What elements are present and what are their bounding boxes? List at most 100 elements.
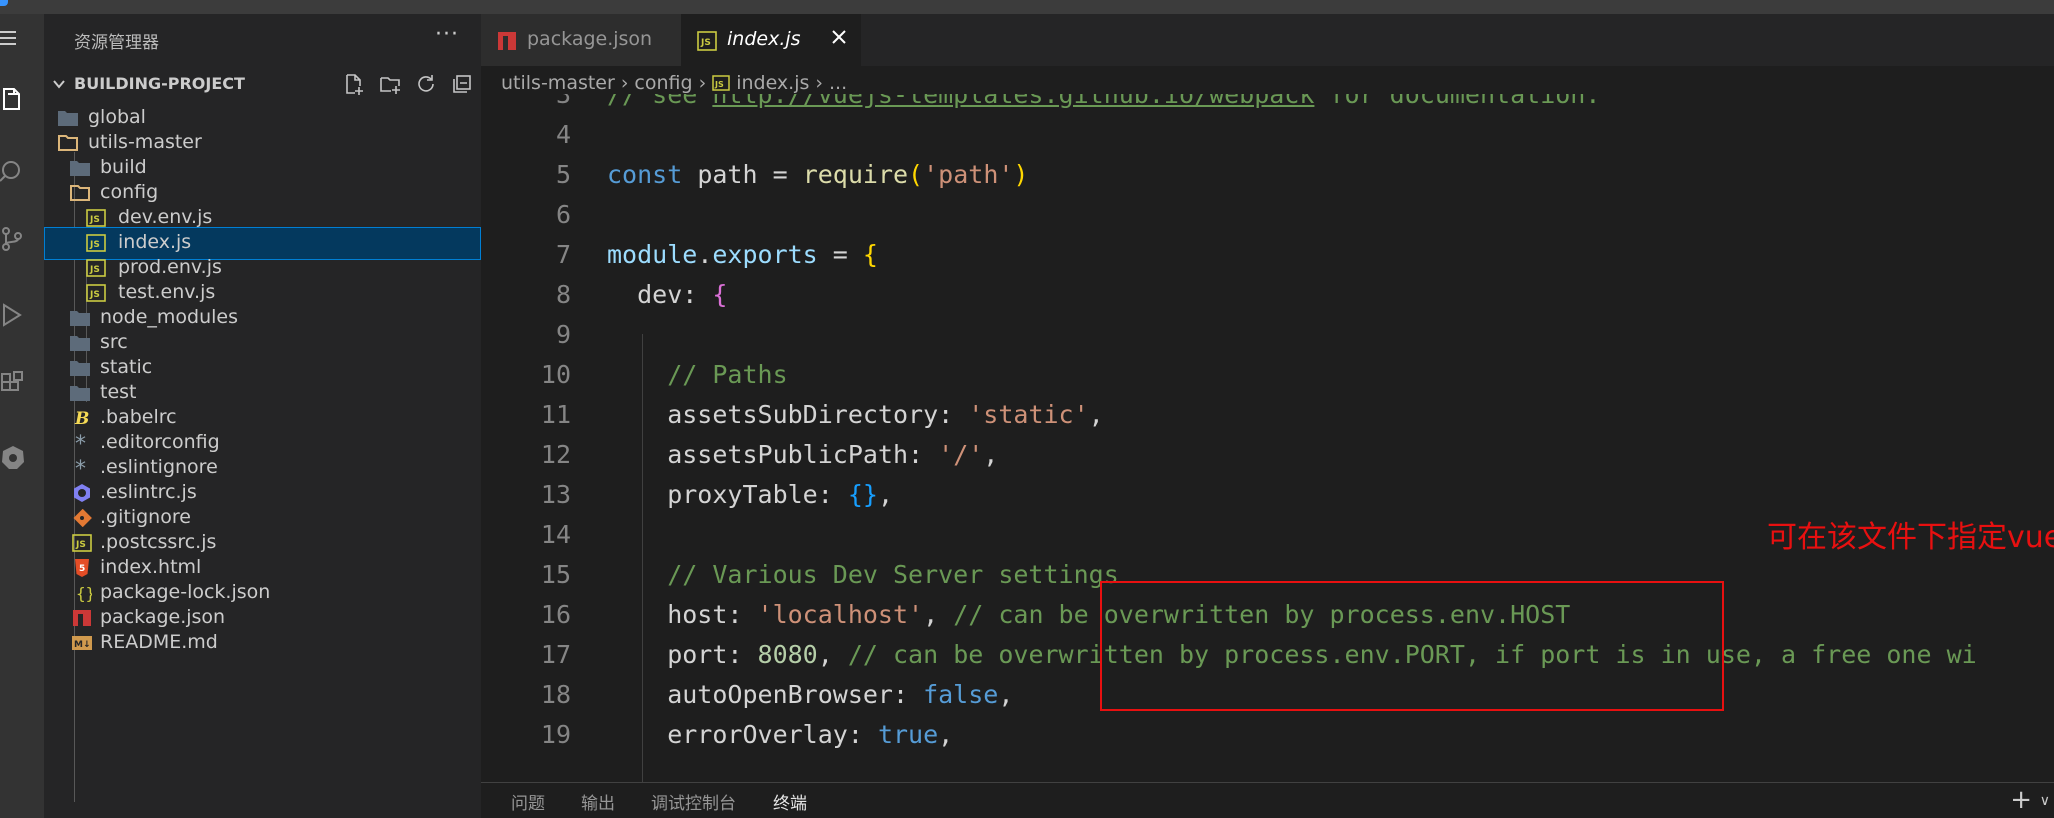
js-file-icon: JS [86,209,106,227]
code-text: assetsPublicPath: '/', [607,440,999,469]
js-file-icon: JS [86,234,106,252]
panel-bar: 问题 输出 调试控制台 终端 + ∨ [481,782,2054,818]
code-line: 5 const path = require('path') [481,156,2054,196]
tab-label: index.js [727,28,801,50]
chevron-right-icon: › [620,72,629,94]
breadcrumb-item[interactable]: utils-master [501,72,615,94]
tab-index-js[interactable]: JS index.js [681,14,861,66]
code-text: autoOpenBrowser: false, [607,680,1014,709]
code-text: assetsSubDirectory: 'static', [607,400,1104,429]
explorer-sidebar: 资源管理器 ··· BUILDING-PROJECT global utils-… [44,14,481,818]
code-line: 19 errorOverlay: true, [481,716,2054,756]
add-terminal-button[interactable]: + [2010,785,2032,815]
tree-item-label: .gitignore [100,506,191,528]
line-number: 9 [555,320,571,349]
chevron-down-icon[interactable] [52,76,66,90]
new-file-icon[interactable] [343,73,365,95]
chevron-right-icon: › [815,72,823,94]
code-line: 4 [481,116,2054,156]
code-link[interactable]: http://vuejs-templates.github.io/webpack [712,94,1314,109]
tree-item-label: package-lock.json [100,581,271,603]
panel-tab-output[interactable]: 输出 [581,789,615,814]
line-number: 12 [540,440,571,469]
code-line: 3 // see http://vuejs-templates.github.io… [481,94,2054,116]
code-line: 8 dev: { [481,276,2054,316]
tree-item-label: .babelrc [100,406,177,428]
project-section-header[interactable]: BUILDING-PROJECT [44,70,481,98]
refresh-icon[interactable] [415,73,437,95]
tab-package-json[interactable]: package.json [481,14,681,66]
svg-text:JS: JS [700,38,711,48]
close-icon[interactable] [827,25,851,49]
line-number: 17 [540,640,571,669]
more-actions-button[interactable]: ··· [435,22,459,47]
code-line: 9 [481,316,2054,356]
code-text: proxyTable: {}, [607,480,893,509]
line-number: 14 [540,520,571,549]
code-text: // Various Dev Server settings [607,560,1119,589]
tree-item-label: utils-master [88,131,202,153]
code-text: // Paths [607,360,788,389]
tree-item-label: .editorconfig [100,431,220,453]
source-control-icon[interactable] [0,226,26,252]
tree-item-readme-md[interactable]: M↓ README.md [44,627,481,660]
folder-open-icon [70,184,90,202]
babel-icon: B [72,409,92,427]
npm-icon [497,31,517,51]
svg-text:{}: {} [76,584,92,602]
chevron-down-icon[interactable]: ∨ [2040,793,2050,809]
svg-text:JS: JS [89,215,100,225]
tree-item-label: README.md [100,631,218,653]
panel-tab-terminal[interactable]: 终端 [773,789,807,814]
asterisk-icon: * [72,459,92,477]
svg-text:M↓: M↓ [74,640,91,650]
eslint-icon [72,484,92,502]
explorer-title: 资源管理器 [74,33,159,53]
folder-icon [70,334,90,352]
annotation-text: 可在该文件下指定vue项目启动的ip和端口 [1767,520,2054,555]
line-number: 10 [540,360,571,389]
breadcrumb-item[interactable]: index.js [736,72,809,94]
tree-item-label: index.html [100,556,202,578]
new-folder-icon[interactable] [379,73,401,95]
line-number: 16 [540,600,571,629]
tree-item-label: .postcssrc.js [100,531,217,553]
editor-area: package.json JS index.js utils-master › co… [481,14,2054,818]
tree-item-label: .eslintignore [100,456,218,478]
tree-item-label: prod.env.js [118,256,222,278]
code-text: errorOverlay: true, [607,720,954,749]
svg-text:JS: JS [89,240,100,250]
tree-item-label: static [100,356,153,378]
line-number: 18 [540,680,571,709]
tree-item-label: test [100,381,137,403]
line-number: 6 [555,200,571,229]
search-icon[interactable] [0,159,26,185]
panel-tab-problems[interactable]: 问题 [511,789,545,814]
npm-icon [72,609,92,627]
line-number: 8 [555,280,571,309]
svg-text:*: * [75,459,86,477]
js-file-icon: JS [86,284,106,302]
tree-item-label: config [100,181,159,203]
panel-tab-debug-console[interactable]: 调试控制台 [651,789,736,814]
code-line: 13 proxyTable: {}, [481,476,2054,516]
markdown-icon: M↓ [72,634,92,652]
kubernetes-icon[interactable] [0,444,26,470]
tree-item-label: index.js [118,231,192,253]
activity-bar [0,14,44,818]
svg-text:JS: JS [89,265,100,275]
tree-item-label: test.env.js [118,281,216,303]
run-debug-icon[interactable] [0,302,26,328]
menu-icon[interactable] [0,30,20,48]
breadcrumb-item[interactable]: config [634,72,692,94]
tree-item-label: node_modules [100,306,239,328]
breadcrumb-item[interactable]: ... [829,72,847,94]
svg-text:JS: JS [89,290,100,300]
svg-text:B: B [74,409,89,427]
folder-open-icon [58,134,78,152]
extensions-icon[interactable] [0,370,26,396]
code-text: dev: { [607,280,728,309]
explorer-icon[interactable] [0,86,26,112]
collapse-all-icon[interactable] [451,73,473,95]
line-number: 15 [540,560,571,589]
